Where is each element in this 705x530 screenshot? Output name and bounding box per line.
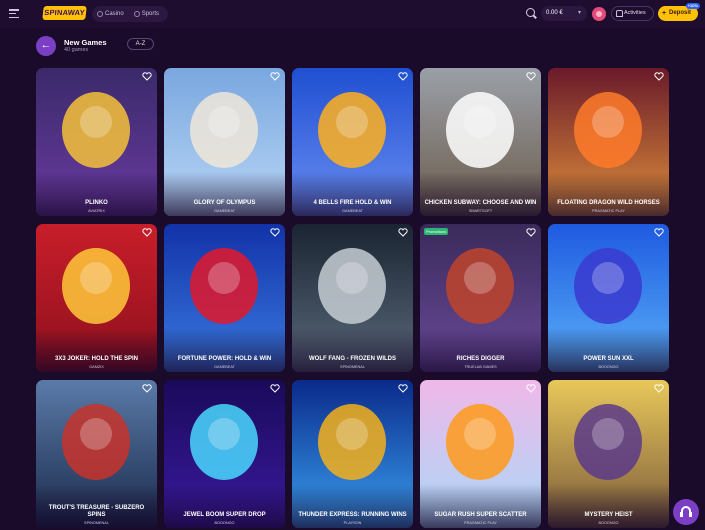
game-title: THUNDER EXPRESS: RUNNING WINS <box>298 512 407 518</box>
game-title: JEWEL BOOM SUPER DROP <box>183 512 266 518</box>
game-provider: AVIATRIX <box>88 209 105 213</box>
balance-selector[interactable]: 0.00 € ▾ <box>541 6 587 21</box>
game-card[interactable]: Promotions RICHES DIGGER TRUELAB GAMES <box>420 224 541 372</box>
game-provider: TRUELAB GAMES <box>464 365 497 369</box>
support-chat-icon[interactable] <box>673 499 699 525</box>
game-provider: PRAGMATIC PLAY <box>464 521 497 525</box>
heart-icon[interactable] <box>398 72 408 81</box>
game-card[interactable]: 4 BELLS FIRE HOLD & WIN GAMEBEAT <box>292 68 413 216</box>
heart-icon[interactable] <box>142 384 152 393</box>
heart-icon[interactable] <box>654 384 664 393</box>
game-card[interactable]: FLOATING DRAGON WILD HORSES PRAGMATIC PLA… <box>548 68 669 216</box>
game-title: FLOATING DRAGON WILD HORSES <box>557 200 660 206</box>
heart-icon[interactable] <box>526 228 536 237</box>
game-provider: SPINOMENAL <box>340 365 365 369</box>
activities-button[interactable]: Activities <box>611 6 654 21</box>
game-provider: PRAGMATIC PLAY <box>592 209 625 213</box>
top-bar: SPINAWAY Casino Sports 0.00 € ▾ Activitie… <box>0 0 705 28</box>
balance-value: 0.00 € <box>546 10 563 16</box>
site-logo[interactable]: SPINAWAY <box>42 6 87 20</box>
heart-icon[interactable] <box>270 384 280 393</box>
activities-label: Activities <box>624 10 646 16</box>
game-card[interactable]: FORTUNE POWER: HOLD & WIN GAMEBEAT <box>164 224 285 372</box>
game-card[interactable]: GLORY OF OLYMPUS GAMEBEAT <box>164 68 285 216</box>
game-provider: PLAYSON <box>343 521 362 525</box>
heart-icon[interactable] <box>142 72 152 81</box>
game-title: FORTUNE POWER: HOLD & WIN <box>177 356 272 362</box>
game-card[interactable]: PLINKO AVIATRIX <box>36 68 157 216</box>
sort-button[interactable]: A-Z <box>127 38 154 50</box>
game-card[interactable]: JEWEL BOOM SUPER DROP BOOONGO <box>164 380 285 528</box>
deposit-button[interactable]: + Deposit +10% <box>658 3 700 21</box>
game-provider: BOOONGO <box>214 521 235 525</box>
game-title: SUGAR RUSH SUPER SCATTER <box>434 512 527 518</box>
heart-icon[interactable] <box>142 228 152 237</box>
game-title: PLINKO <box>85 200 108 206</box>
games-grid: PLINKO AVIATRIX GLORY OF OLYMPUS GAMEBEAT 4 … <box>36 68 669 528</box>
game-title: WOLF FANG - FROZEN WILDS <box>309 356 396 362</box>
game-title: 3X3 JOKER: HOLD THE SPIN <box>54 356 138 362</box>
heart-icon[interactable] <box>270 72 280 81</box>
deposit-bonus-badge: +10% <box>685 3 700 9</box>
tab-sports-label: Sports <box>141 11 160 17</box>
heart-icon[interactable] <box>654 228 664 237</box>
game-card[interactable]: THUNDER EXPRESS: RUNNING WINS PLAYSON <box>292 380 413 528</box>
bell-icon <box>616 10 623 17</box>
game-provider: SMARTSOFT <box>468 209 493 213</box>
game-provider: GAMEBEAT <box>214 365 235 369</box>
tab-casino[interactable]: Casino <box>92 6 129 22</box>
games-count: 40 games <box>64 47 89 53</box>
game-card[interactable]: MYSTERY HEIST BOOONGO <box>548 380 669 528</box>
game-title: 4 BELLS FIRE HOLD & WIN <box>313 200 392 206</box>
hamburger-menu-icon[interactable] <box>9 9 19 18</box>
game-provider: BOOONGO <box>598 521 619 525</box>
back-button[interactable]: ← <box>36 36 56 56</box>
page-title: New Games <box>64 38 107 47</box>
game-title: MYSTERY HEIST <box>584 512 633 518</box>
game-provider: BOOONGO <box>598 365 619 369</box>
heart-icon[interactable] <box>270 228 280 237</box>
game-title: GLORY OF OLYMPUS <box>193 200 256 206</box>
game-title: POWER SUN XXL <box>583 356 634 362</box>
game-provider: GAMEBEAT <box>214 209 235 213</box>
deposit-label: Deposit <box>669 10 692 16</box>
nav-tabs: Casino Sports <box>92 6 168 22</box>
heart-icon[interactable] <box>398 228 408 237</box>
game-card[interactable]: 3X3 JOKER: HOLD THE SPIN GAMZIX <box>36 224 157 372</box>
heart-icon[interactable] <box>398 384 408 393</box>
tab-casino-label: Casino <box>105 11 124 17</box>
game-title: CHICKEN SUBWAY: CHOOSE AND WIN <box>424 200 537 206</box>
game-card[interactable]: TROUT'S TREASURE - SUBZERO SPINS SPINOMEN… <box>36 380 157 528</box>
game-card[interactable]: SUGAR RUSH SUPER SCATTER PRAGMATIC PLAY <box>420 380 541 528</box>
game-title: RICHES DIGGER <box>456 356 505 362</box>
sports-icon <box>133 11 140 17</box>
heart-icon[interactable] <box>526 384 536 393</box>
casino-icon <box>97 11 103 17</box>
arrow-left-icon: ← <box>40 39 52 51</box>
game-card[interactable]: POWER SUN XXL BOOONGO <box>548 224 669 372</box>
plus-icon: + <box>662 10 667 17</box>
heart-icon[interactable] <box>654 72 664 81</box>
game-provider: GAMEBEAT <box>342 209 363 213</box>
chevron-down-icon: ▾ <box>577 10 581 16</box>
promo-badge: Promotions <box>424 228 449 235</box>
avatar[interactable] <box>592 7 606 21</box>
game-provider: GAMZIX <box>89 365 104 369</box>
heart-icon[interactable] <box>526 72 536 81</box>
search-icon[interactable] <box>526 8 535 17</box>
game-card[interactable]: CHICKEN SUBWAY: CHOOSE AND WIN SMARTSOFT <box>420 68 541 216</box>
game-card[interactable]: WOLF FANG - FROZEN WILDS SPINOMENAL <box>292 224 413 372</box>
game-title: TROUT'S TREASURE - SUBZERO SPINS <box>48 505 145 518</box>
game-provider: SPINOMENAL <box>84 521 109 525</box>
tab-sports[interactable]: Sports <box>129 6 164 22</box>
